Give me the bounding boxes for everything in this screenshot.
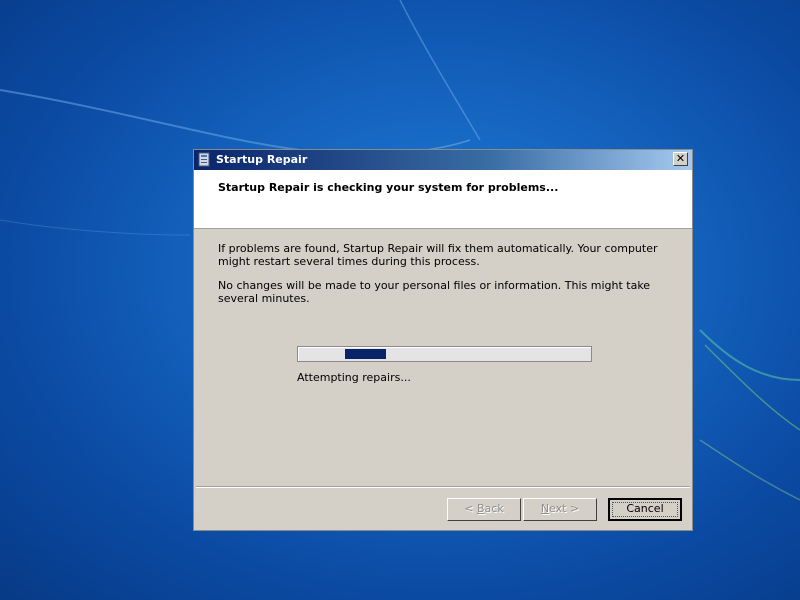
header-heading: Startup Repair is checking your system f… — [218, 181, 559, 194]
dialog-header: Startup Repair is checking your system f… — [194, 170, 692, 229]
back-button-prefix: < — [464, 502, 477, 515]
next-button-rest: ext > — [549, 502, 580, 515]
close-icon: ✕ — [675, 152, 686, 165]
next-button[interactable]: Next > — [523, 498, 597, 521]
back-button-accel: B — [477, 502, 485, 515]
progress-status: Attempting repairs... — [297, 371, 411, 384]
info-paragraph-2: No changes will be made to your personal… — [218, 279, 651, 305]
title-bar[interactable]: Startup Repair ✕ — [194, 150, 692, 170]
back-button[interactable]: < Back — [447, 498, 521, 521]
info-paragraph-1: If problems are found, Startup Repair wi… — [218, 242, 658, 268]
button-separator — [196, 486, 690, 488]
next-button-accel: N — [540, 502, 550, 515]
app-icon — [198, 152, 210, 167]
progress-bar — [297, 346, 592, 362]
focus-rect — [612, 502, 678, 517]
progress-bar-fill — [345, 349, 386, 359]
cancel-button[interactable]: Cancel — [608, 498, 682, 521]
close-button[interactable]: ✕ — [673, 152, 688, 166]
window-title: Startup Repair — [216, 153, 308, 166]
back-button-rest: ack — [484, 502, 504, 515]
startup-repair-dialog: Startup Repair ✕ Startup Repair is check… — [193, 149, 693, 531]
